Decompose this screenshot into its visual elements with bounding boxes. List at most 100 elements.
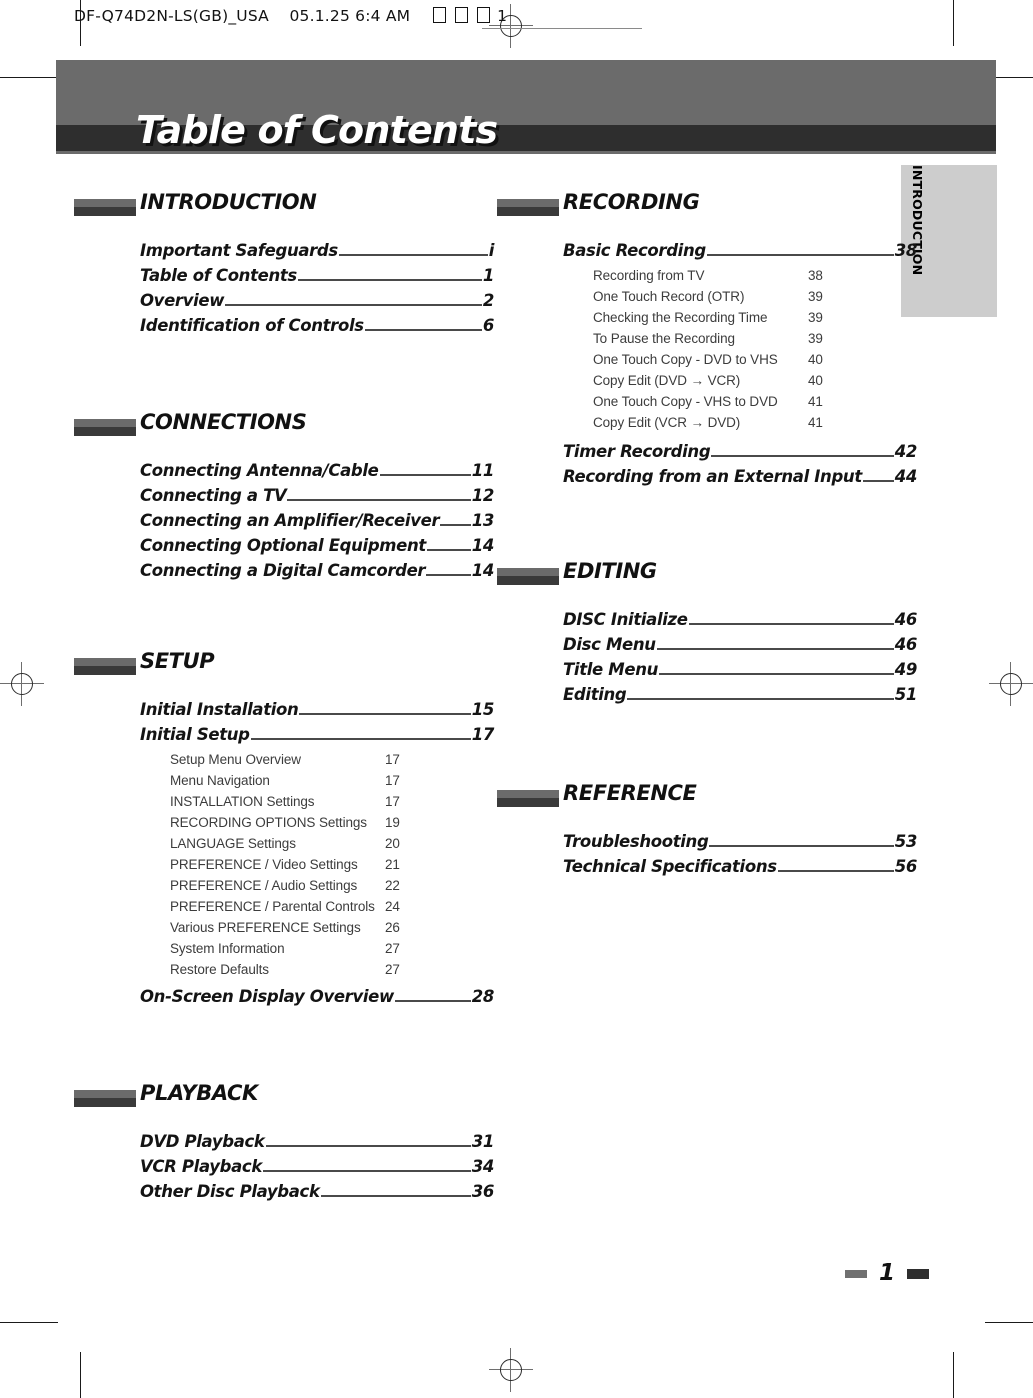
missing-glyph-icon	[477, 7, 491, 23]
toc-subentry[interactable]: Checking the Recording Time 39	[593, 307, 917, 328]
toc-subentry-label: One Touch Copy - VHS to DVD	[593, 394, 778, 409]
toc-subentry[interactable]: One Touch Copy - VHS to DVD 41	[593, 391, 917, 412]
toc-entry-page: 15	[471, 700, 495, 719]
toc-entry-label: Initial Setup	[140, 725, 250, 744]
toc-entry-label: Other Disc Playback	[140, 1182, 320, 1201]
footer-dash-left-icon	[845, 1269, 867, 1278]
missing-glyph-icon	[432, 7, 446, 23]
section-header: EDITING	[497, 559, 917, 597]
toc-entry[interactable]: Basic Recording 38	[563, 238, 917, 263]
toc-subentry-label: To Pause the Recording	[593, 331, 735, 346]
toc-subentry-page: 22	[385, 878, 400, 893]
toc-subentry[interactable]: Copy Edit (DVD → VCR) 40	[593, 370, 917, 391]
registration-mark-bottom	[489, 1348, 533, 1392]
toc-entry-page: 2	[482, 291, 494, 310]
toc-entry-label: Basic Recording	[563, 241, 706, 260]
toc-subentry[interactable]: PREFERENCE / Audio Settings 22	[170, 875, 494, 896]
toc-leader	[862, 465, 894, 482]
toc-subentry[interactable]: Recording from TV 38	[593, 265, 917, 286]
toc-subentry-label: Restore Defaults	[170, 962, 269, 977]
toc-entry[interactable]: Important Safeguards i	[140, 238, 494, 263]
toc-subentry[interactable]: Setup Menu Overview 17	[170, 749, 494, 770]
toc-entry-page: 49	[894, 660, 918, 679]
toc-subentry[interactable]: Restore Defaults 27	[170, 959, 494, 980]
toc-entry-label: Disc Menu	[563, 635, 656, 654]
toc-entry[interactable]: Technical Specifications 56	[563, 854, 917, 879]
toc-subentry[interactable]: Menu Navigation 17	[170, 770, 494, 791]
toc-entry[interactable]: Identification of Controls 6	[140, 313, 494, 338]
section-title: RECORDING	[563, 190, 700, 214]
toc-subentry[interactable]: PREFERENCE / Parental Controls 24	[170, 896, 494, 917]
section-title: PLAYBACK	[140, 1081, 258, 1105]
toc-subentry-label: PREFERENCE / Video Settings	[170, 857, 358, 872]
toc-subentry[interactable]: INSTALLATION Settings 17	[170, 791, 494, 812]
toc-subentry[interactable]: LANGUAGE Settings 20	[170, 833, 494, 854]
print-header: DF-Q74D2N-LS(GB)_USA 05.1.25 6:4 AM 1	[74, 7, 642, 29]
toc-entry[interactable]: On-Screen Display Overview 28	[140, 984, 494, 1009]
toc-right-column: RECORDING Basic Recording 38 Recording f…	[497, 190, 917, 879]
toc-entry[interactable]: Title Menu 49	[563, 657, 917, 682]
toc-entry[interactable]: Timer Recording 42	[563, 439, 917, 464]
toc-subentry-page: 21	[385, 857, 400, 872]
toc-entry-label: Important Safeguards	[140, 241, 338, 260]
section-header: CONNECTIONS	[74, 410, 494, 448]
toc-entry[interactable]: Connecting an Amplifier/Receiver 13	[140, 508, 494, 533]
toc-entry[interactable]: Table of Contents 1	[140, 263, 494, 288]
toc-entry-page: 13	[471, 511, 495, 530]
toc-entry[interactable]: DVD Playback 31	[140, 1129, 494, 1154]
toc-entry[interactable]: Other Disc Playback 36	[140, 1179, 494, 1204]
toc-entry[interactable]: Connecting a TV 12	[140, 483, 494, 508]
crop-mark-top-right-vertical	[953, 0, 954, 46]
toc-leader	[250, 723, 471, 740]
toc-subentry[interactable]: To Pause the Recording 39	[593, 328, 917, 349]
section-header: SETUP	[74, 649, 494, 687]
toc-entry-page: 12	[471, 486, 495, 505]
toc-entry[interactable]: Editing 51	[563, 682, 917, 707]
toc-entry-label: Title Menu	[563, 660, 658, 679]
section-editing: EDITING DISC Initialize 46 Disc Menu 46 …	[497, 559, 917, 707]
toc-entry[interactable]: VCR Playback 34	[140, 1154, 494, 1179]
toc-entry[interactable]: Disc Menu 46	[563, 632, 917, 657]
toc-leader	[297, 264, 482, 281]
toc-entry[interactable]: Overview 2	[140, 288, 494, 313]
section-bullet-icon	[74, 199, 136, 216]
section-bullet-icon	[74, 658, 136, 675]
toc-subentry[interactable]: One Touch Copy - DVD to VHS 40	[593, 349, 917, 370]
toc-subentry[interactable]: Copy Edit (VCR → DVD) 41	[593, 412, 917, 433]
toc-entry-page: i	[488, 241, 495, 260]
toc-entry[interactable]: Initial Setup 17	[140, 722, 494, 747]
toc-leader	[320, 1180, 471, 1197]
section-setup: SETUP Initial Installation 15 Initial Se…	[74, 649, 494, 1009]
print-header-page-marker: 1	[497, 7, 508, 25]
toc-subentry-label: RECORDING OPTIONS Settings	[170, 815, 367, 830]
toc-subentry-page: 38	[808, 268, 823, 283]
toc-entry-label: On-Screen Display Overview	[140, 987, 394, 1006]
section-playback: PLAYBACK DVD Playback 31 VCR Playback 34…	[74, 1081, 494, 1204]
toc-entry-label: Connecting a TV	[140, 486, 287, 505]
section-title: EDITING	[563, 559, 657, 583]
toc-subentry-label: PREFERENCE / Parental Controls	[170, 899, 375, 914]
toc-entry[interactable]: Troubleshooting 53	[563, 829, 917, 854]
section-entries: DISC Initialize 46 Disc Menu 46 Title Me…	[497, 607, 917, 707]
toc-entry[interactable]: Recording from an External Input 44	[563, 464, 917, 489]
toc-entry-page: 36	[471, 1182, 495, 1201]
toc-entry[interactable]: Connecting Optional Equipment 14	[140, 533, 494, 558]
toc-subentry[interactable]: One Touch Record (OTR) 39	[593, 286, 917, 307]
toc-subentry-page: 27	[385, 941, 400, 956]
toc-subentry[interactable]: PREFERENCE / Video Settings 21	[170, 854, 494, 875]
section-bullet-icon	[497, 199, 559, 216]
toc-subentry[interactable]: RECORDING OPTIONS Settings 19	[170, 812, 494, 833]
section-entries: Important Safeguards i Table of Contents…	[74, 238, 494, 338]
toc-subentry-page: 39	[808, 289, 823, 304]
toc-entry[interactable]: Connecting a Digital Camcorder 14	[140, 558, 494, 583]
section-reference: REFERENCE Troubleshooting 53 Technical S…	[497, 781, 917, 879]
toc-subentry-label: Checking the Recording Time	[593, 310, 768, 325]
toc-entry[interactable]: DISC Initialize 46	[563, 607, 917, 632]
toc-leader	[426, 559, 471, 576]
toc-subentry[interactable]: Various PREFERENCE Settings 26	[170, 917, 494, 938]
crop-mark-bottom-left-vertical	[80, 1352, 81, 1398]
section-title: REFERENCE	[563, 781, 697, 805]
toc-entry[interactable]: Initial Installation 15	[140, 697, 494, 722]
toc-entry[interactable]: Connecting Antenna/Cable 11	[140, 458, 494, 483]
toc-subentry[interactable]: System Information 27	[170, 938, 494, 959]
